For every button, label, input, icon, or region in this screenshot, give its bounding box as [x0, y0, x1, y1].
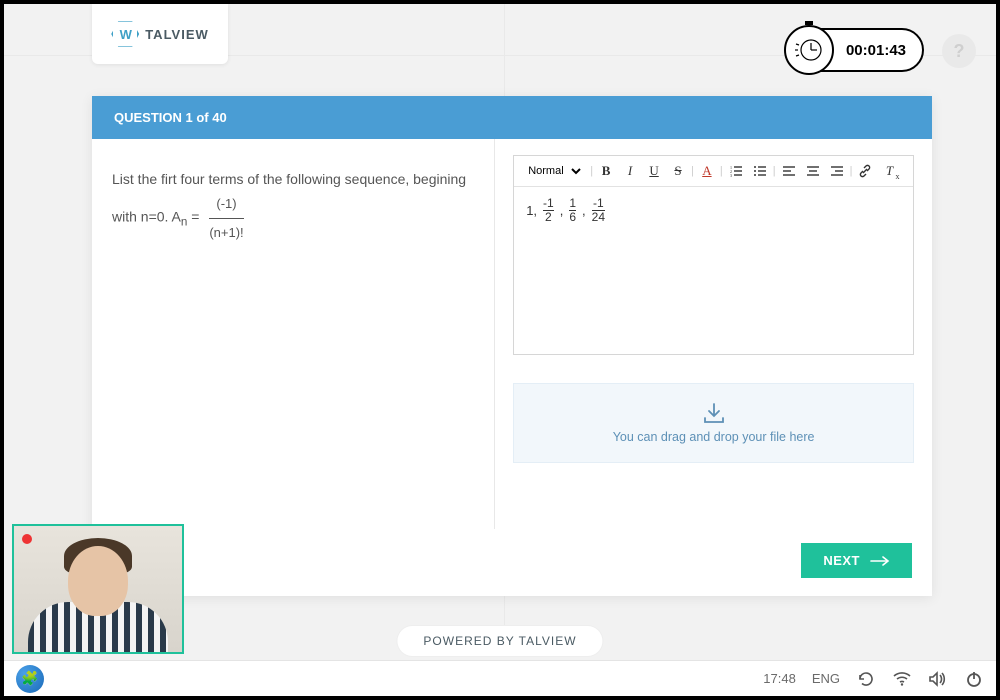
- file-dropzone[interactable]: You can drag and drop your file here: [513, 383, 914, 463]
- align-right-button[interactable]: [826, 160, 848, 182]
- next-button-label: NEXT: [823, 553, 860, 568]
- link-button[interactable]: [854, 160, 876, 182]
- align-center-button[interactable]: [802, 160, 824, 182]
- answer-sep-1: ,: [560, 203, 564, 218]
- bold-button[interactable]: B: [595, 160, 617, 182]
- answer-sep-2: ,: [582, 203, 586, 218]
- webcam-video: [14, 526, 182, 652]
- ordered-list-button[interactable]: 123: [725, 160, 747, 182]
- download-icon: [702, 402, 726, 424]
- strike-button[interactable]: S: [667, 160, 689, 182]
- italic-button[interactable]: I: [619, 160, 641, 182]
- stopwatch-icon: [784, 25, 834, 75]
- taskbar-clock: 17:48: [763, 671, 796, 686]
- question-card: QUESTION 1 of 40 List the firt four term…: [92, 96, 932, 596]
- editor-style-select[interactable]: Normal: [520, 162, 584, 180]
- prompt-fraction: (-1) (n+1)!: [203, 192, 249, 244]
- refresh-icon[interactable]: [856, 669, 876, 689]
- brand-name: TALVIEW: [145, 27, 209, 42]
- help-button[interactable]: ?: [942, 34, 976, 68]
- brand-logo-icon: W: [111, 20, 139, 48]
- question-header: QUESTION 1 of 40: [92, 96, 932, 139]
- fraction-numerator: (-1): [209, 192, 243, 218]
- underline-button[interactable]: U: [643, 160, 665, 182]
- unordered-list-button[interactable]: [749, 160, 771, 182]
- prompt-text: List the firt four terms of the followin…: [112, 171, 466, 225]
- answer-term-1: -1 2: [543, 197, 554, 224]
- next-button[interactable]: NEXT: [801, 543, 912, 578]
- answer-editor[interactable]: Normal | B I U S | A | 123: [513, 155, 914, 355]
- fraction-denominator: (n+1)!: [209, 219, 243, 244]
- timer: 00:01:43: [788, 28, 924, 72]
- brand-logo-mark: W: [120, 27, 131, 42]
- clear-format-button[interactable]: Tx: [878, 160, 900, 182]
- wifi-icon[interactable]: [892, 669, 912, 689]
- editor-content[interactable]: 1, -1 2 , 1 6 ,: [514, 187, 913, 354]
- taskbar-app-icon[interactable]: 🧩: [16, 665, 44, 693]
- align-left-button[interactable]: [778, 160, 800, 182]
- brand-logo: W TALVIEW: [92, 4, 228, 64]
- answer-lead: 1,: [526, 203, 537, 218]
- prompt-equals: =: [187, 209, 203, 225]
- arrow-right-icon: [870, 556, 890, 566]
- question-prompt: List the firt four terms of the followin…: [92, 139, 495, 529]
- editor-toolbar: Normal | B I U S | A | 123: [514, 156, 913, 187]
- taskbar-language[interactable]: ENG: [812, 671, 840, 686]
- taskbar: 🧩 17:48 ENG: [4, 660, 996, 696]
- recording-indicator-icon: [22, 534, 32, 544]
- webcam-preview[interactable]: [12, 524, 184, 654]
- volume-icon[interactable]: [928, 669, 948, 689]
- answer-term-2: 1 6: [569, 197, 576, 224]
- dropzone-text: You can drag and drop your file here: [613, 430, 815, 444]
- powered-by: POWERED BY TALVIEW: [397, 626, 602, 656]
- answer-term-3: -1 24: [592, 197, 605, 224]
- power-icon[interactable]: [964, 669, 984, 689]
- text-color-button[interactable]: A: [696, 160, 718, 182]
- timer-value: 00:01:43: [846, 42, 906, 59]
- svg-text:3: 3: [730, 173, 732, 178]
